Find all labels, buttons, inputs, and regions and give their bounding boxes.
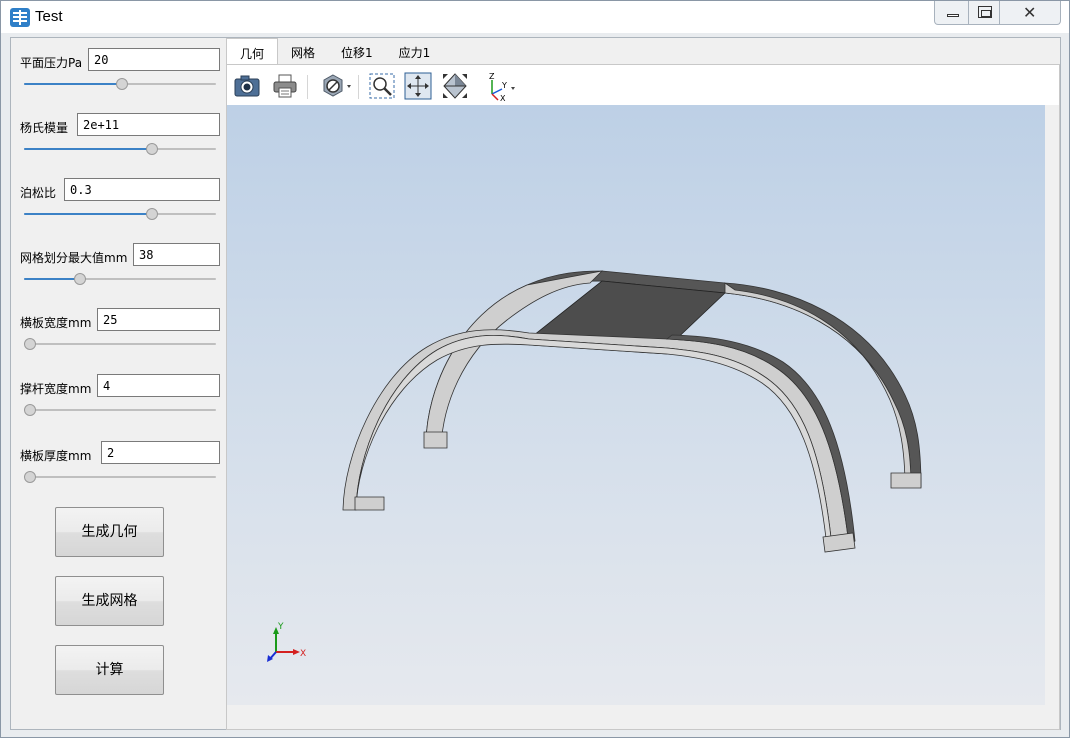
mesh-max-size-slider[interactable]	[24, 272, 216, 286]
back-arch-right-cap	[890, 472, 922, 489]
model-canvas: Y X	[267, 270, 922, 662]
slider-fill	[24, 278, 81, 280]
youngs-modulus-slider[interactable]	[24, 142, 216, 156]
3d-viewport[interactable]: Y X	[227, 105, 1045, 705]
param-label: 泊松比	[20, 186, 57, 200]
slider-groove	[24, 409, 216, 411]
slider-handle[interactable]	[115, 78, 128, 90]
window-title: Test	[35, 8, 63, 25]
toolbar-axis-x-label: X	[500, 94, 506, 102]
compute-button[interactable]: 计算	[55, 645, 164, 695]
axis-y-label: Y	[277, 622, 284, 632]
zoom-extents-icon[interactable]	[404, 72, 432, 100]
geometry-panel: Z Y X Y X	[226, 64, 1060, 730]
generate-mesh-button[interactable]: 生成网格	[55, 576, 164, 626]
close-icon: ✕	[1023, 3, 1037, 22]
slider-handle[interactable]	[74, 273, 87, 285]
application-window: Test ✕ 平面压力Pa 杨氏模量	[0, 0, 1070, 738]
visibility-filter-icon[interactable]	[319, 72, 355, 100]
maximize-button[interactable]	[969, 1, 1000, 25]
zoom-box-icon[interactable]	[368, 72, 396, 100]
toolbar-axis-y-label: Y	[501, 81, 507, 90]
slider-handle[interactable]	[146, 208, 159, 220]
close-button[interactable]: ✕	[1000, 1, 1061, 25]
slider-groove	[24, 343, 216, 345]
camera-icon[interactable]	[233, 72, 261, 100]
param-label: 平面压力Pa	[20, 56, 83, 70]
toolbar-axis-z-label: Z	[489, 72, 495, 81]
slider-handle[interactable]	[146, 143, 159, 155]
toolbar-separator	[358, 75, 359, 99]
strut-width-input[interactable]	[97, 374, 220, 397]
back-arch-face	[425, 270, 604, 448]
view-tabs: 几何 网格 位移1 应力1	[226, 38, 443, 64]
tab-mesh[interactable]: 网格	[278, 38, 328, 64]
plate-width-slider[interactable]	[24, 337, 216, 351]
title-bar[interactable]: Test ✕	[1, 1, 1069, 33]
back-arch-leg-cap	[423, 431, 448, 449]
param-label: 撑杆宽度mm	[20, 382, 92, 396]
plate-width-input[interactable]	[97, 308, 220, 331]
mesh-max-size-input[interactable]	[133, 243, 220, 266]
minimize-icon	[947, 14, 959, 17]
slider-groove	[24, 476, 216, 478]
param-label: 横板宽度mm	[20, 316, 92, 330]
horizontal-scrollbar[interactable]	[227, 705, 1045, 729]
maximize-icon	[978, 6, 992, 18]
print-icon[interactable]	[271, 72, 299, 100]
minimize-button[interactable]	[934, 1, 969, 25]
fit-view-icon[interactable]	[441, 72, 469, 100]
slider-handle[interactable]	[24, 471, 36, 483]
plane-pressure-slider[interactable]	[24, 77, 216, 91]
poisson-ratio-slider[interactable]	[24, 207, 216, 221]
strut-width-slider[interactable]	[24, 403, 216, 417]
app-icon	[10, 8, 30, 27]
plane-pressure-input[interactable]	[88, 48, 220, 71]
plate-thickness-slider[interactable]	[24, 470, 216, 484]
axis-orientation-icon[interactable]: Z Y X	[484, 72, 520, 102]
slider-fill	[24, 148, 153, 150]
tab-geometry[interactable]: 几何	[226, 38, 279, 64]
axis-x-label: X	[300, 649, 306, 659]
slider-handle[interactable]	[24, 404, 36, 416]
param-label: 网格划分最大值mm	[20, 251, 128, 265]
tab-stress[interactable]: 应力1	[386, 38, 444, 64]
slider-fill	[24, 83, 122, 85]
generate-geometry-button[interactable]: 生成几何	[55, 507, 164, 557]
vertical-scrollbar[interactable]	[1045, 105, 1059, 729]
poisson-ratio-input[interactable]	[64, 178, 220, 201]
param-label: 杨氏模量	[20, 121, 69, 135]
window-controls: ✕	[934, 1, 1062, 25]
viewer-toolbar: Z Y X	[227, 65, 1059, 105]
tab-displacement[interactable]: 位移1	[328, 38, 386, 64]
slider-handle[interactable]	[24, 338, 36, 350]
youngs-modulus-input[interactable]	[77, 113, 220, 136]
slider-fill	[24, 213, 153, 215]
front-arch-leg-cap	[354, 496, 385, 511]
plate-thickness-input[interactable]	[101, 441, 220, 464]
toolbar-separator	[307, 75, 308, 99]
main-area: 平面压力Pa 杨氏模量 泊松比	[10, 37, 1061, 730]
axis-triad: Y X	[267, 622, 306, 662]
param-label: 横板厚度mm	[20, 449, 92, 463]
